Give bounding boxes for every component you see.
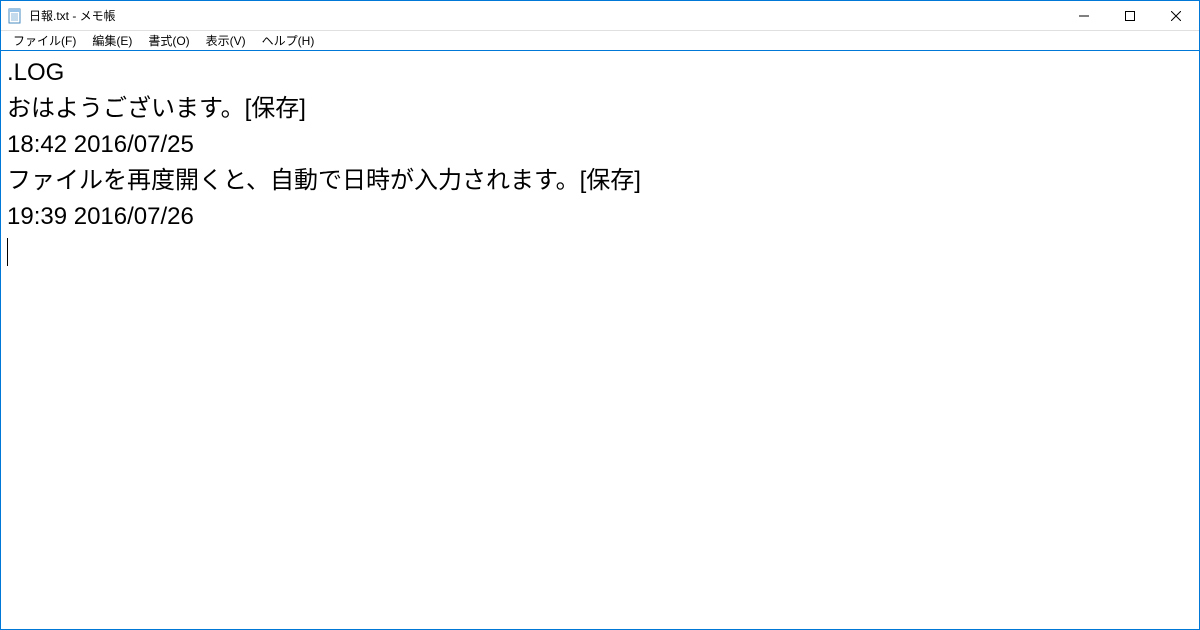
menu-file[interactable]: ファイル(F) — [5, 30, 84, 51]
text-line: 19:39 2016/07/26 — [7, 203, 194, 230]
menu-view[interactable]: 表示(V) — [198, 30, 254, 51]
text-line: 18:42 2016/07/25 — [7, 131, 194, 158]
text-line: .LOG — [7, 59, 64, 86]
text-cursor — [7, 238, 8, 266]
minimize-button[interactable] — [1061, 1, 1107, 30]
window-title: 日報.txt - メモ帳 — [29, 7, 1061, 24]
text-line: ファイルを再度開くと、自動で日時が入力されます。[保存] — [7, 167, 641, 194]
menu-format[interactable]: 書式(O) — [140, 30, 197, 51]
menu-help[interactable]: ヘルプ(H) — [254, 30, 323, 51]
window-controls — [1061, 1, 1199, 30]
menu-edit[interactable]: 編集(E) — [84, 30, 140, 51]
notepad-icon — [7, 8, 23, 24]
text-content[interactable]: .LOG おはようございます。[保存] 18:42 2016/07/25 ファイ… — [7, 55, 1193, 271]
close-button[interactable] — [1153, 1, 1199, 30]
titlebar: 日報.txt - メモ帳 — [1, 1, 1199, 31]
text-editor-area[interactable]: .LOG おはようございます。[保存] 18:42 2016/07/25 ファイ… — [1, 51, 1199, 629]
maximize-button[interactable] — [1107, 1, 1153, 30]
text-line: おはようございます。[保存] — [7, 95, 306, 122]
menubar: ファイル(F) 編集(E) 書式(O) 表示(V) ヘルプ(H) — [1, 31, 1199, 51]
